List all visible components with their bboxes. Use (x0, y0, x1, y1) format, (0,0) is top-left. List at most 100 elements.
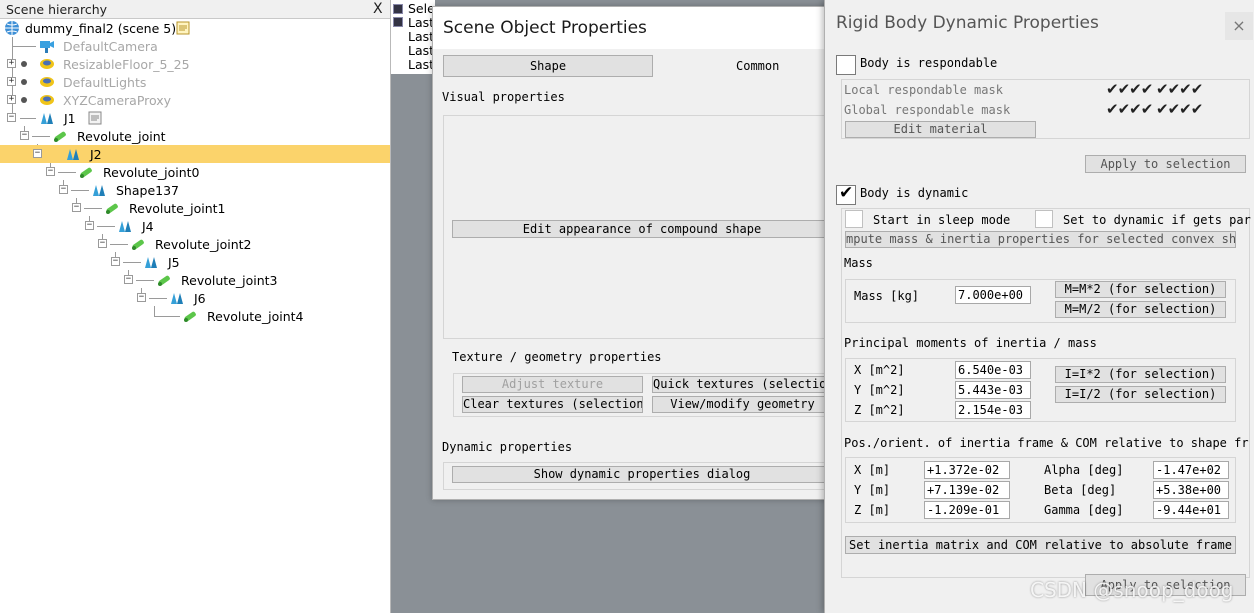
collapse-icon[interactable]: − (85, 221, 94, 230)
adjust-texture-button[interactable]: Adjust texture (462, 376, 643, 393)
pos-x-field[interactable]: +1.372e-02 (924, 461, 1010, 479)
shape-icon (93, 185, 105, 196)
joint-icon (132, 239, 144, 250)
pos-x-label: X [m] (854, 463, 891, 477)
watermark: CSDN @snoop_doog (1030, 578, 1234, 602)
tree-row-scene[interactable]: dummy_final2 (scene 5) (0, 19, 390, 37)
tree-item-label: Revolute_joint3 (181, 273, 278, 288)
edit-material-button[interactable]: Edit material (845, 121, 1036, 138)
inertia-double-button[interactable]: I=I*2 (for selection) (1055, 366, 1226, 383)
tree-row-defaultlights[interactable]: + DefaultLights (0, 73, 390, 91)
expand-icon[interactable]: + (7, 95, 16, 104)
tree-row-j5[interactable]: − J5 (0, 253, 390, 271)
bullet-icon (21, 61, 27, 67)
tree-row-j6[interactable]: − J6 (0, 289, 390, 307)
model-icon (40, 59, 54, 69)
expand-icon[interactable]: + (7, 59, 16, 68)
dialog-titlebar: Scene Object Properties (433, 7, 831, 49)
joint-icon (184, 311, 196, 322)
scene-object-properties-dialog: Scene Object Properties Shape Common Vis… (432, 6, 832, 500)
local-mask-label: Local respondable mask (844, 83, 1003, 97)
view-geometry-button[interactable]: View/modify geometry (652, 396, 831, 413)
viewport-background (391, 0, 435, 613)
shape-icon (67, 149, 79, 160)
rigid-body-dynamic-properties-dialog: Rigid Body Dynamic Properties × Body is … (824, 0, 1254, 613)
pos-z-label: Z [m] (854, 503, 891, 517)
inertia-z-label: Z [m^2] (854, 403, 905, 417)
tree-item-label: J6 (194, 291, 206, 306)
tree-row-revolute-joint3[interactable]: − Revolute_joint3 (0, 271, 390, 289)
apply-selection-button[interactable]: Apply to selection (1085, 155, 1246, 173)
tree-row-shape137[interactable]: − Shape137 (0, 181, 390, 199)
edit-appearance-button[interactable]: Edit appearance of compound shape (452, 220, 831, 238)
log-scroll-button[interactable] (393, 17, 403, 27)
tree-row-defaultcamera[interactable]: DefaultCamera (0, 37, 390, 55)
inertia-x-label: X [m^2] (854, 363, 905, 377)
collapse-icon[interactable]: − (7, 113, 16, 122)
tree-item-label: Revolute_joint0 (103, 165, 200, 180)
tree-row-j4[interactable]: − J4 (0, 217, 390, 235)
collapse-icon[interactable]: − (98, 239, 107, 248)
tree-item-label: Revolute_joint (77, 129, 166, 144)
compute-mass-button[interactable]: mpute mass & inertia properties for sele… (845, 231, 1236, 248)
tree-row-xyzcameraproxy[interactable]: + XYZCameraProxy (0, 91, 390, 109)
tree-row-revolute-joint1[interactable]: − Revolute_joint1 (0, 199, 390, 217)
pos-z-field[interactable]: -1.209e-01 (924, 501, 1010, 519)
collapse-icon[interactable]: − (111, 257, 120, 266)
tree-row-revolute-joint2[interactable]: − Revolute_joint2 (0, 235, 390, 253)
respondable-checkbox[interactable] (836, 55, 856, 75)
mass-field[interactable]: 7.000e+00 (955, 286, 1031, 304)
tree-row-revolute-joint[interactable]: − Revolute_joint (0, 127, 390, 145)
pos-y-label: Y [m] (854, 483, 891, 497)
scene-hierarchy-panel: Scene hierarchy X dummy_final2 (scene 5) (0, 0, 391, 613)
shape-icon (119, 221, 131, 232)
log-scroll-button[interactable] (393, 4, 403, 14)
clear-textures-button[interactable]: Clear textures (selection) (462, 396, 643, 413)
collapse-icon[interactable]: − (46, 167, 55, 176)
expand-icon[interactable]: + (7, 77, 16, 86)
tab-common[interactable]: Common (736, 59, 779, 73)
collapse-icon[interactable]: − (59, 185, 68, 194)
collapse-icon[interactable]: − (72, 203, 81, 212)
texture-geometry-heading: Texture / geometry properties (452, 350, 662, 364)
tree-row-resizablefloor[interactable]: + ResizableFloor_5_25 (0, 55, 390, 73)
script-icon[interactable] (87, 110, 103, 126)
tree-row-j1[interactable]: − J1 (0, 109, 390, 127)
inertia-y-field[interactable]: 5.443e-03 (955, 381, 1031, 399)
sleep-mode-checkbox[interactable] (845, 210, 863, 228)
alpha-field[interactable]: -1.47e+02 (1153, 461, 1229, 479)
show-dynamic-properties-button[interactable]: Show dynamic properties dialog (452, 466, 831, 483)
set-dynamic-checkbox[interactable] (1035, 210, 1053, 228)
collapse-icon[interactable]: − (33, 149, 42, 158)
inertia-z-field[interactable]: 2.154e-03 (955, 401, 1031, 419)
tree-row-revolute-joint4[interactable]: Revolute_joint4 (0, 307, 390, 325)
dynamic-properties-heading: Dynamic properties (442, 440, 573, 454)
dynamic-checkbox[interactable]: ✔ (836, 183, 856, 205)
joint-icon (106, 203, 118, 214)
tab-shape[interactable]: Shape (443, 55, 653, 77)
collapse-icon[interactable]: − (137, 293, 146, 302)
collapse-icon[interactable]: − (124, 275, 133, 284)
tree-row-revolute-joint0[interactable]: − Revolute_joint0 (0, 163, 390, 181)
log-line: Last (408, 57, 435, 72)
script-icon[interactable] (175, 20, 191, 36)
global-mask-checks[interactable]: ✔✔✔✔ ✔✔✔✔ (1106, 100, 1203, 118)
close-button[interactable]: × (1225, 12, 1253, 40)
local-mask-checks[interactable]: ✔✔✔✔ ✔✔✔✔ (1106, 80, 1203, 98)
inertia-half-button[interactable]: I=I/2 (for selection) (1055, 386, 1226, 403)
sleep-mode-label: Start in sleep mode (873, 213, 1011, 227)
global-mask-label: Global respondable mask (844, 103, 1011, 117)
gamma-field[interactable]: -9.44e+01 (1153, 501, 1229, 519)
log-line: Last (408, 29, 435, 44)
quick-textures-button[interactable]: Quick textures (selection (652, 376, 831, 393)
set-inertia-matrix-button[interactable]: Set inertia matrix and COM relative to a… (845, 536, 1236, 554)
mass-double-button[interactable]: M=M*2 (for selection) (1055, 281, 1226, 298)
collapse-icon[interactable]: − (20, 131, 29, 140)
model-icon (40, 77, 54, 87)
tree-row-j2[interactable]: − J2 (0, 145, 390, 163)
mass-half-button[interactable]: M=M/2 (for selection) (1055, 301, 1226, 318)
beta-field[interactable]: +5.38e+00 (1153, 481, 1229, 499)
pos-y-field[interactable]: +7.139e-02 (924, 481, 1010, 499)
inertia-x-field[interactable]: 6.540e-03 (955, 361, 1031, 379)
tree-item-label: J5 (168, 255, 180, 270)
